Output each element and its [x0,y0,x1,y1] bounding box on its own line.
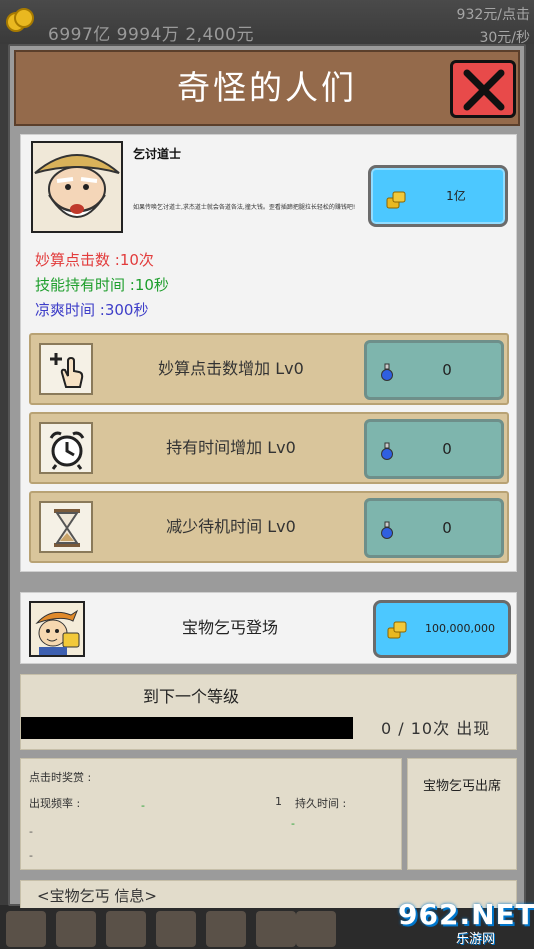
treasure-exit-panel[interactable]: 宝物乞丐出席 [407,758,517,870]
character-description: 如果传唤乞讨道士,求杰道士就会各道各法,撞大钱。歪看插蹄把腿拉长轻松的赚钱吧! [133,204,356,211]
coin-icon [387,621,407,639]
top-status-bar: 6997亿 9994万 2,400元 932元/点击 30元/秒 [0,0,534,46]
reward-info-panel: 点击时奖赏 : 出现频率 : - 1 持久时间 : - - - [20,758,402,870]
upgrade-cooldown-button[interactable]: 0 [364,498,504,558]
tap-plus-icon [39,343,93,395]
watermark-subtitle: 乐游网 [456,932,496,947]
toolbar-slot[interactable] [296,911,336,947]
upgrade-label: 持有时间增加 Lv0 [166,438,296,457]
summon-treasure-beggar-button[interactable]: 100,000,000 [373,600,511,658]
toolbar-slot[interactable] [256,911,296,947]
dialog-header: 奇怪的人们 [14,50,520,126]
frequency-value: - [141,799,145,812]
upgrade-duration-button[interactable]: 0 [364,419,504,479]
close-x-icon [463,69,505,111]
potion-icon [381,521,393,539]
level-count: 0 / 10次 出现 [381,719,491,738]
strange-people-dialog: 奇怪的人们 乞讨道士 如果传唤乞讨道士,求杰道士就会各道各法,撞大钱。歪看插蹄把… [8,44,526,908]
watermark-logo: 962.NET [398,898,534,931]
toolbar-slot[interactable] [156,911,196,947]
potion-icon [381,442,393,460]
level-progress-bar [21,717,353,739]
taoist-portrait [31,141,123,233]
reward-dash: - [29,825,33,838]
treasure-beggar-row: 宝物乞丐登场 100,000,000 [20,592,517,664]
potion-icon [381,363,393,381]
upgrade-cost: 0 [442,361,452,379]
duration-label: 持久时间 : [295,797,347,810]
close-button[interactable] [450,60,516,118]
treasure-price: 100,000,000 [425,622,495,635]
toolbar-slot[interactable] [206,911,246,947]
upgrade-row-clicks: 妙算点击数增加 Lv0 0 [29,333,509,405]
dialog-title: 奇怪的人们 [177,68,357,107]
toolbar-slot[interactable] [6,911,46,947]
alarm-clock-icon [39,422,93,474]
site-watermark: 962.NET 乐游网 [398,898,534,947]
character-panel: 乞讨道士 如果传唤乞讨道士,求杰道士就会各道各法,撞大钱。歪看插蹄把腿拉长轻松的… [20,134,517,572]
money-total: 6997亿 9994万 2,400元 [48,25,255,45]
toolbar-slot[interactable] [56,911,96,947]
frequency-label: 出现频率 : [29,797,81,810]
coin-stack-icon [6,8,36,34]
level-progress-panel: 到下一个等级 0 / 10次 出现 [20,674,517,750]
toolbar-slot[interactable] [106,911,146,947]
upgrade-label: 妙算点击数增加 Lv0 [158,359,304,378]
summon-taoist-button[interactable]: 1亿 [368,165,508,227]
upgrade-row-cooldown: 减少待机时间 Lv0 0 [29,491,509,563]
duration-value: - [291,817,295,830]
coin-icon [386,191,406,209]
per-click-rate: 932元/点击 [456,7,530,23]
upgrade-cost: 0 [442,519,452,537]
upgrade-clicks-button[interactable]: 0 [364,340,504,400]
upgrade-row-duration: 持有时间增加 Lv0 0 [29,412,509,484]
character-name: 乞讨道士 [133,147,182,161]
summon-price: 1亿 [446,189,466,203]
treasure-label: 宝物乞丐登场 [181,618,278,637]
reward-dash: - [29,849,33,862]
stat-skill-duration: 技能持有时间 :10秒 [35,276,169,294]
treasure-exit-label: 宝物乞丐出席 [422,779,501,794]
stat-click-count: 妙算点击数 :10次 [35,251,154,269]
click-reward-label: 点击时奖赏 : [29,771,92,784]
upgrade-label: 减少待机时间 Lv0 [166,517,296,536]
hourglass-icon [39,501,93,553]
upgrade-cost: 0 [442,440,452,458]
treasure-info-label: <宝物乞丐 信息> [37,887,157,905]
level-title: 到下一个等级 [142,687,239,706]
number-value: 1 [275,795,282,808]
treasure-beggar-portrait [29,601,85,657]
stat-cooldown: 凉爽时间 :300秒 [35,301,149,319]
